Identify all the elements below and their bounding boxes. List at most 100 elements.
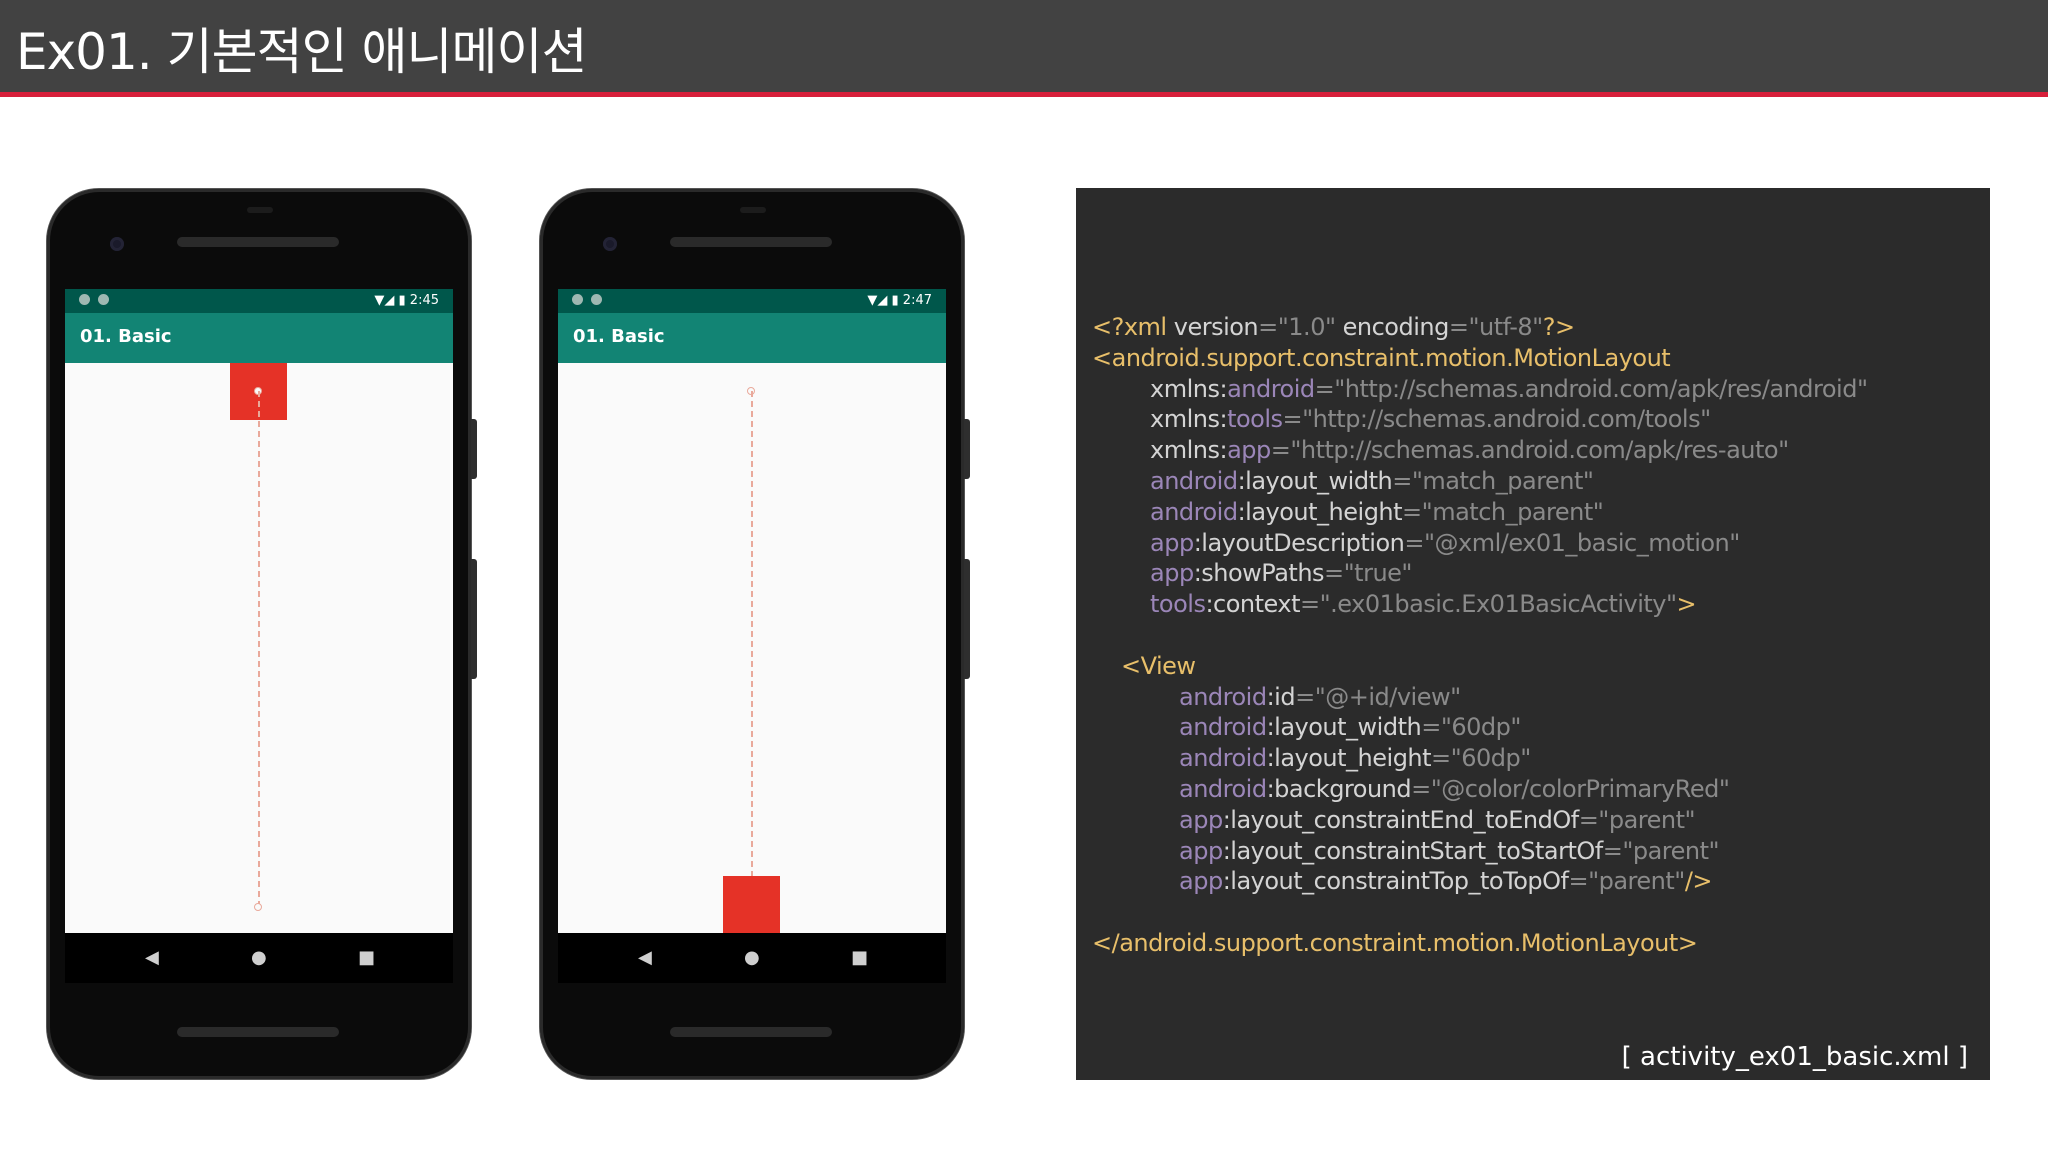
status-bar: ▼◢ ▮ 2:45: [65, 289, 453, 313]
status-time: 2:47: [902, 293, 932, 308]
xml-code-panel: <?xml version="1.0" encoding="utf-8"?> <a…: [1076, 188, 1990, 1080]
top-speaker-slot: [247, 207, 273, 213]
code-token: ="@+id/view": [1295, 682, 1461, 711]
code-token: android: [1179, 713, 1267, 742]
recents-icon[interactable]: ■: [358, 947, 375, 968]
code-token: :layoutDescription: [1193, 528, 1405, 557]
code-line: <?xml version="1.0" encoding="utf-8"?>: [1092, 313, 1575, 341]
code-token: app: [1150, 559, 1194, 588]
app-bar: 01. Basic: [558, 313, 946, 363]
motion-layout-area: [558, 363, 946, 933]
code-token: :layout_constraintStart_toStartOf: [1222, 836, 1604, 865]
code-token: :showPaths: [1193, 559, 1325, 588]
code-line: android:layout_width="60dp": [1179, 713, 1521, 741]
code-token: xmlns:: [1150, 374, 1228, 403]
animated-red-view[interactable]: [723, 876, 780, 933]
code-line: xmlns:tools="http://schemas.android.com/…: [1150, 405, 1711, 433]
volume-button: [964, 559, 970, 679]
notification-icon: [591, 294, 602, 305]
code-token: xmlns:: [1150, 405, 1228, 434]
status-bar: ▼◢ ▮ 2:47: [558, 289, 946, 313]
app-bar: 01. Basic: [65, 313, 453, 363]
code-token: ="60dp": [1431, 744, 1531, 773]
notification-icon: [572, 294, 583, 305]
front-camera-icon: [110, 237, 124, 251]
wifi-icon: ▼◢ ▮: [374, 293, 406, 308]
code-token: ="60dp": [1421, 713, 1521, 742]
code-token: ="http://schemas.android.com/tools": [1282, 405, 1712, 434]
power-button: [964, 419, 970, 479]
back-icon[interactable]: ◀: [638, 947, 652, 968]
code-line: android:layout_width="match_parent": [1150, 467, 1594, 495]
nav-bar: ◀ ● ■: [558, 933, 946, 983]
code-token: =".ex01basic.Ex01BasicActivity": [1300, 590, 1677, 619]
phone-start-state: ▼◢ ▮ 2:45 01. Basic ◀ ● ■: [47, 189, 477, 1079]
wifi-icon: ▼◢ ▮: [867, 293, 899, 308]
code-token: android: [1150, 497, 1238, 526]
code-token: :context: [1205, 590, 1300, 619]
code-token: ="parent": [1568, 867, 1685, 896]
app-title: 01. Basic: [573, 326, 665, 347]
code-line: xmlns:android="http://schemas.android.co…: [1150, 375, 1868, 403]
front-camera-icon: [603, 237, 617, 251]
code-token: app: [1179, 805, 1223, 834]
code-token: ="match_parent": [1392, 467, 1594, 495]
motion-layout-area: [65, 363, 453, 933]
code-token: ="http://schemas.android.com/apk/res-aut…: [1270, 436, 1789, 465]
code-line: xmlns:app="http://schemas.android.com/ap…: [1150, 436, 1789, 464]
code-token: </android.support.constraint.motion.Moti…: [1092, 929, 1698, 957]
code-token: />: [1684, 867, 1713, 896]
code-token: ="parent": [1578, 805, 1696, 834]
phone-screen: ▼◢ ▮ 2:45 01. Basic ◀ ● ■: [65, 289, 453, 983]
file-name-label: [ activity_ex01_basic.xml ]: [1621, 1042, 1968, 1072]
top-speaker-slot: [740, 207, 766, 213]
code-token: android: [1179, 682, 1267, 711]
app-title: 01. Basic: [80, 326, 172, 347]
bottom-speaker: [177, 1027, 339, 1037]
code-token: ="@color/colorPrimaryRed": [1411, 775, 1730, 803]
code-token: :layout_constraintEnd_toEndOf: [1222, 805, 1580, 834]
nav-bar: ◀ ● ■: [65, 933, 453, 983]
home-icon[interactable]: ●: [251, 947, 267, 968]
notification-icon: [79, 294, 90, 305]
code-token: :layout_constraintTop_toTopOf: [1222, 867, 1569, 896]
code-token: ="1.0": [1258, 313, 1343, 341]
code-token: :background: [1266, 775, 1412, 803]
volume-button: [471, 559, 477, 679]
code-token: ="utf-8": [1448, 313, 1543, 341]
code-token: android: [1179, 775, 1267, 803]
motion-path: [258, 391, 260, 907]
phone-screen: ▼◢ ▮ 2:47 01. Basic ◀ ● ■: [558, 289, 946, 983]
home-icon[interactable]: ●: [744, 947, 760, 968]
earpiece: [177, 237, 339, 247]
earpiece: [670, 237, 832, 247]
code-line: android:layout_height="60dp": [1179, 744, 1531, 772]
code-line: app:layout_constraintEnd_toEndOf="parent…: [1179, 805, 1696, 834]
code-token: version: [1173, 313, 1259, 341]
code-token: :layout_height: [1266, 744, 1432, 773]
code-token: <android.support.constraint.motion.Motio…: [1092, 343, 1671, 372]
code-token: ?>: [1542, 313, 1575, 341]
code-token: ="http://schemas.android.com/apk/res/and…: [1314, 374, 1868, 403]
code-token: ="@xml/ex01_basic_motion": [1404, 528, 1740, 557]
code-line: app:layout_constraintStart_toStartOf="pa…: [1179, 836, 1720, 865]
code-token: xmlns:: [1150, 436, 1228, 465]
code-token: :id: [1266, 682, 1296, 711]
code-token: :layout_width: [1237, 467, 1393, 495]
code-line: app:layoutDescription="@xml/ex01_basic_m…: [1150, 529, 1740, 557]
code-line: android:layout_height="match_parent": [1150, 497, 1604, 526]
code-token: <?xml: [1092, 313, 1174, 341]
code-token: ="match_parent": [1402, 497, 1604, 526]
back-icon[interactable]: ◀: [145, 947, 159, 968]
recents-icon[interactable]: ■: [851, 947, 868, 968]
code-token: android: [1150, 467, 1238, 495]
code-token: tools: [1150, 590, 1206, 619]
code-token: :layout_width: [1266, 713, 1422, 742]
code-token: tools: [1227, 405, 1283, 434]
motion-path: [751, 391, 753, 907]
code-line: android:id="@+id/view": [1179, 683, 1461, 711]
code-token: encoding: [1342, 313, 1450, 341]
bottom-speaker: [670, 1027, 832, 1037]
code-line: app:showPaths="true": [1150, 559, 1412, 587]
path-end-dot: [254, 903, 262, 911]
